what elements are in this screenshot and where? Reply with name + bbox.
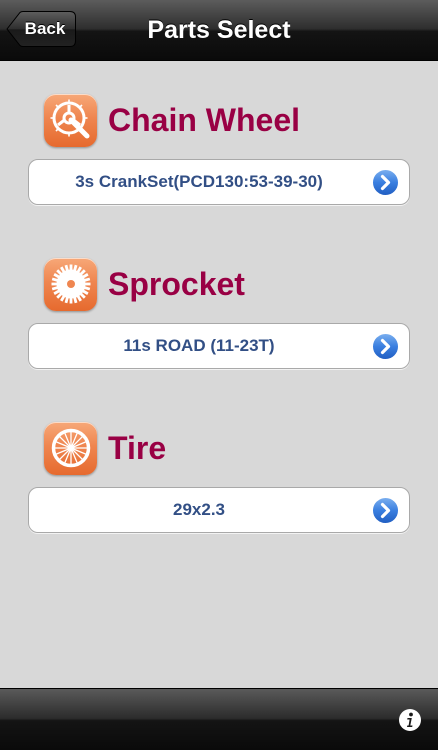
sprocket-selector[interactable]: 11s ROAD (11-23T) (28, 323, 410, 369)
chain-wheel-selector[interactable]: 3s CrankSet(PCD130:53-39-30) (28, 159, 410, 205)
chevron-right-icon[interactable] (371, 332, 400, 361)
page-title: Parts Select (147, 16, 291, 44)
section-header-sprocket: Sprocket (44, 257, 245, 311)
chevron-right-icon[interactable] (371, 168, 400, 197)
tire-icon (44, 421, 97, 475)
section-label-sprocket: Sprocket (108, 266, 245, 302)
back-button-label: Back (24, 19, 66, 38)
section-header-tire: Tire (44, 421, 166, 475)
sprocket-icon (44, 257, 97, 311)
section-label-tire: Tire (108, 430, 167, 466)
navigation-bar: Back Parts Select (0, 0, 438, 61)
tire-selector[interactable]: 29x2.3 (28, 487, 410, 533)
section-label-chain-wheel: Chain Wheel (108, 102, 301, 138)
chain-wheel-value: 3s CrankSet(PCD130:53-39-30) (75, 172, 323, 191)
info-icon[interactable] (398, 708, 422, 732)
section-header-chain-wheel: Chain Wheel (44, 93, 300, 147)
bottom-toolbar (0, 688, 438, 750)
chainwheel-icon (44, 93, 97, 147)
chevron-right-icon[interactable] (371, 496, 400, 525)
tire-value: 29x2.3 (173, 500, 225, 519)
sprocket-value: 11s ROAD (11-23T) (123, 336, 275, 355)
